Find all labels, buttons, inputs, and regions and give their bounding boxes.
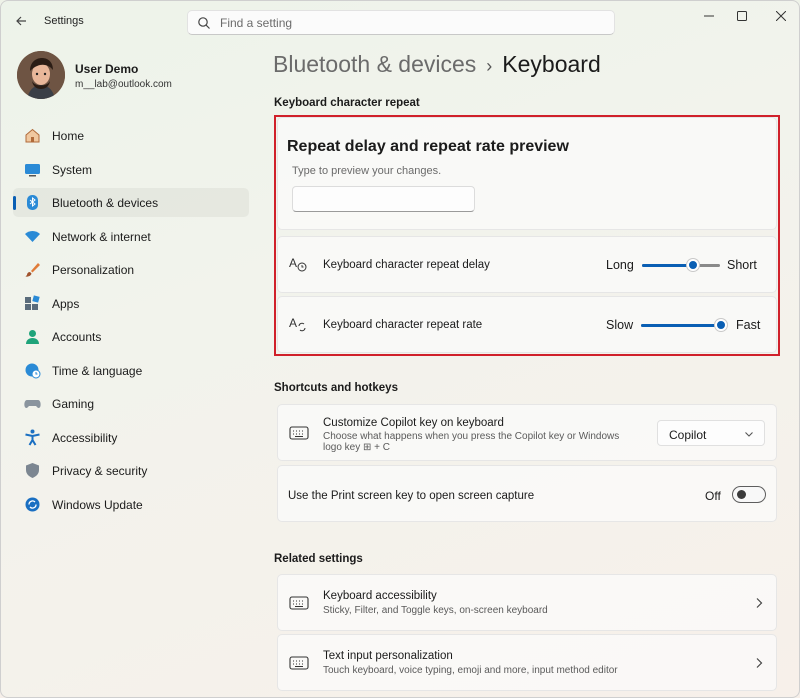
dropdown-value: Copilot bbox=[669, 428, 707, 442]
sidebar-item-privacy[interactable]: Privacy & security bbox=[13, 456, 249, 485]
accessibility-icon bbox=[25, 429, 40, 446]
sidebar-item-accessibility[interactable]: Accessibility bbox=[13, 423, 249, 452]
highlight-box bbox=[274, 115, 780, 356]
sidebar-item-label: Network & internet bbox=[52, 229, 151, 244]
sidebar-item-label: Accounts bbox=[52, 330, 102, 344]
globe-clock-icon bbox=[25, 363, 41, 378]
related-item-desc: Sticky, Filter, and Toggle keys, on-scre… bbox=[323, 605, 548, 616]
related-item-label: Text input personalization bbox=[323, 650, 453, 662]
sidebar-item-network[interactable]: Network & internet bbox=[13, 222, 249, 251]
sidebar-item-apps[interactable]: Apps bbox=[13, 289, 249, 318]
avatar[interactable] bbox=[17, 51, 65, 99]
maximize-button[interactable] bbox=[727, 7, 757, 27]
sidebar-item-label: Apps bbox=[52, 296, 80, 311]
sidebar-item-label: Time & language bbox=[52, 363, 143, 378]
sidebar-item-accounts[interactable]: Accounts bbox=[13, 322, 249, 351]
sidebar-item-label: System bbox=[52, 162, 93, 177]
shield-icon bbox=[26, 463, 39, 478]
minimize-button[interactable] bbox=[694, 7, 724, 27]
related-item-label: Keyboard accessibility bbox=[323, 590, 437, 602]
search-icon bbox=[198, 17, 210, 29]
related-item-desc: Touch keyboard, voice typing, emoji and … bbox=[323, 665, 618, 676]
print-screen-state: Off bbox=[705, 489, 721, 503]
bluetooth-icon bbox=[27, 195, 38, 210]
sidebar-item-label: Gaming bbox=[52, 397, 95, 411]
settings-window: Settings User Demo m__lab@outlook.com bbox=[0, 0, 800, 698]
title-bar: Settings bbox=[1, 1, 799, 41]
sidebar-item-system[interactable]: System bbox=[13, 155, 249, 184]
section-title-shortcuts: Shortcuts and hotkeys bbox=[274, 382, 398, 394]
copilot-key-desc-line2: logo key ⊞ + C bbox=[323, 442, 391, 453]
sidebar-item-bluetooth[interactable]: Bluetooth & devices bbox=[13, 188, 249, 217]
section-title-repeat: Keyboard character repeat bbox=[274, 97, 420, 109]
system-icon bbox=[25, 163, 40, 176]
sidebar-item-windows-update[interactable]: Windows Update bbox=[13, 490, 249, 519]
chevron-right-icon bbox=[756, 658, 763, 668]
breadcrumb-parent[interactable]: Bluetooth & devices bbox=[273, 51, 476, 77]
related-item-text-input[interactable] bbox=[277, 634, 777, 691]
sidebar-item-label: Home bbox=[52, 129, 85, 143]
related-item-keyboard-accessibility[interactable] bbox=[277, 574, 777, 631]
sidebar-item-label: Personalization bbox=[52, 263, 135, 277]
sidebar-item-personalization[interactable]: Personalization bbox=[13, 255, 249, 284]
toggle-knob bbox=[737, 490, 746, 499]
avatar-image bbox=[17, 51, 65, 99]
chevron-right-icon bbox=[756, 598, 763, 608]
copilot-key-dropdown[interactable]: Copilot bbox=[657, 420, 765, 446]
close-button[interactable] bbox=[766, 7, 796, 27]
sidebar-item-label: Accessibility bbox=[52, 430, 118, 445]
keyboard-icon bbox=[289, 426, 309, 440]
maximize-icon bbox=[737, 11, 747, 21]
print-screen-label: Use the Print screen key to open screen … bbox=[288, 490, 535, 502]
minimize-icon bbox=[704, 15, 714, 17]
sidebar-item-gaming[interactable]: Gaming bbox=[13, 389, 249, 418]
sidebar-item-label: Privacy & security bbox=[52, 464, 148, 478]
keyboard-icon bbox=[289, 656, 309, 670]
update-icon bbox=[25, 497, 40, 511]
brush-icon bbox=[25, 263, 40, 277]
sidebar-item-label: Bluetooth & devices bbox=[52, 196, 159, 210]
search-input[interactable] bbox=[220, 11, 600, 34]
close-icon bbox=[775, 10, 787, 22]
page-title: Keyboard bbox=[502, 51, 601, 77]
chevron-down-icon bbox=[745, 432, 753, 437]
user-name: User Demo bbox=[75, 62, 139, 76]
breadcrumb-separator: › bbox=[486, 56, 493, 76]
print-screen-toggle[interactable] bbox=[732, 486, 766, 503]
app-title: Settings bbox=[44, 15, 84, 27]
search-box[interactable] bbox=[187, 10, 615, 35]
user-email: m__lab@outlook.com bbox=[75, 79, 172, 90]
keyboard-icon bbox=[289, 596, 309, 610]
copilot-key-label: Customize Copilot key on keyboard bbox=[323, 417, 504, 429]
back-button[interactable] bbox=[11, 11, 31, 31]
back-arrow-icon bbox=[16, 16, 26, 26]
breadcrumb: Bluetooth & devices › Keyboard bbox=[273, 51, 601, 78]
sidebar-item-label: Windows Update bbox=[52, 497, 143, 512]
sidebar-nav: Home System Bluetooth & devices Network … bbox=[13, 121, 249, 523]
section-title-related: Related settings bbox=[274, 553, 363, 565]
sidebar-item-time-language[interactable]: Time & language bbox=[13, 356, 249, 385]
sidebar-item-home[interactable]: Home bbox=[13, 121, 249, 150]
home-icon bbox=[25, 128, 40, 143]
wifi-icon bbox=[25, 230, 40, 242]
gamepad-icon bbox=[24, 400, 41, 408]
accounts-icon bbox=[26, 330, 39, 344]
apps-icon bbox=[25, 294, 40, 310]
